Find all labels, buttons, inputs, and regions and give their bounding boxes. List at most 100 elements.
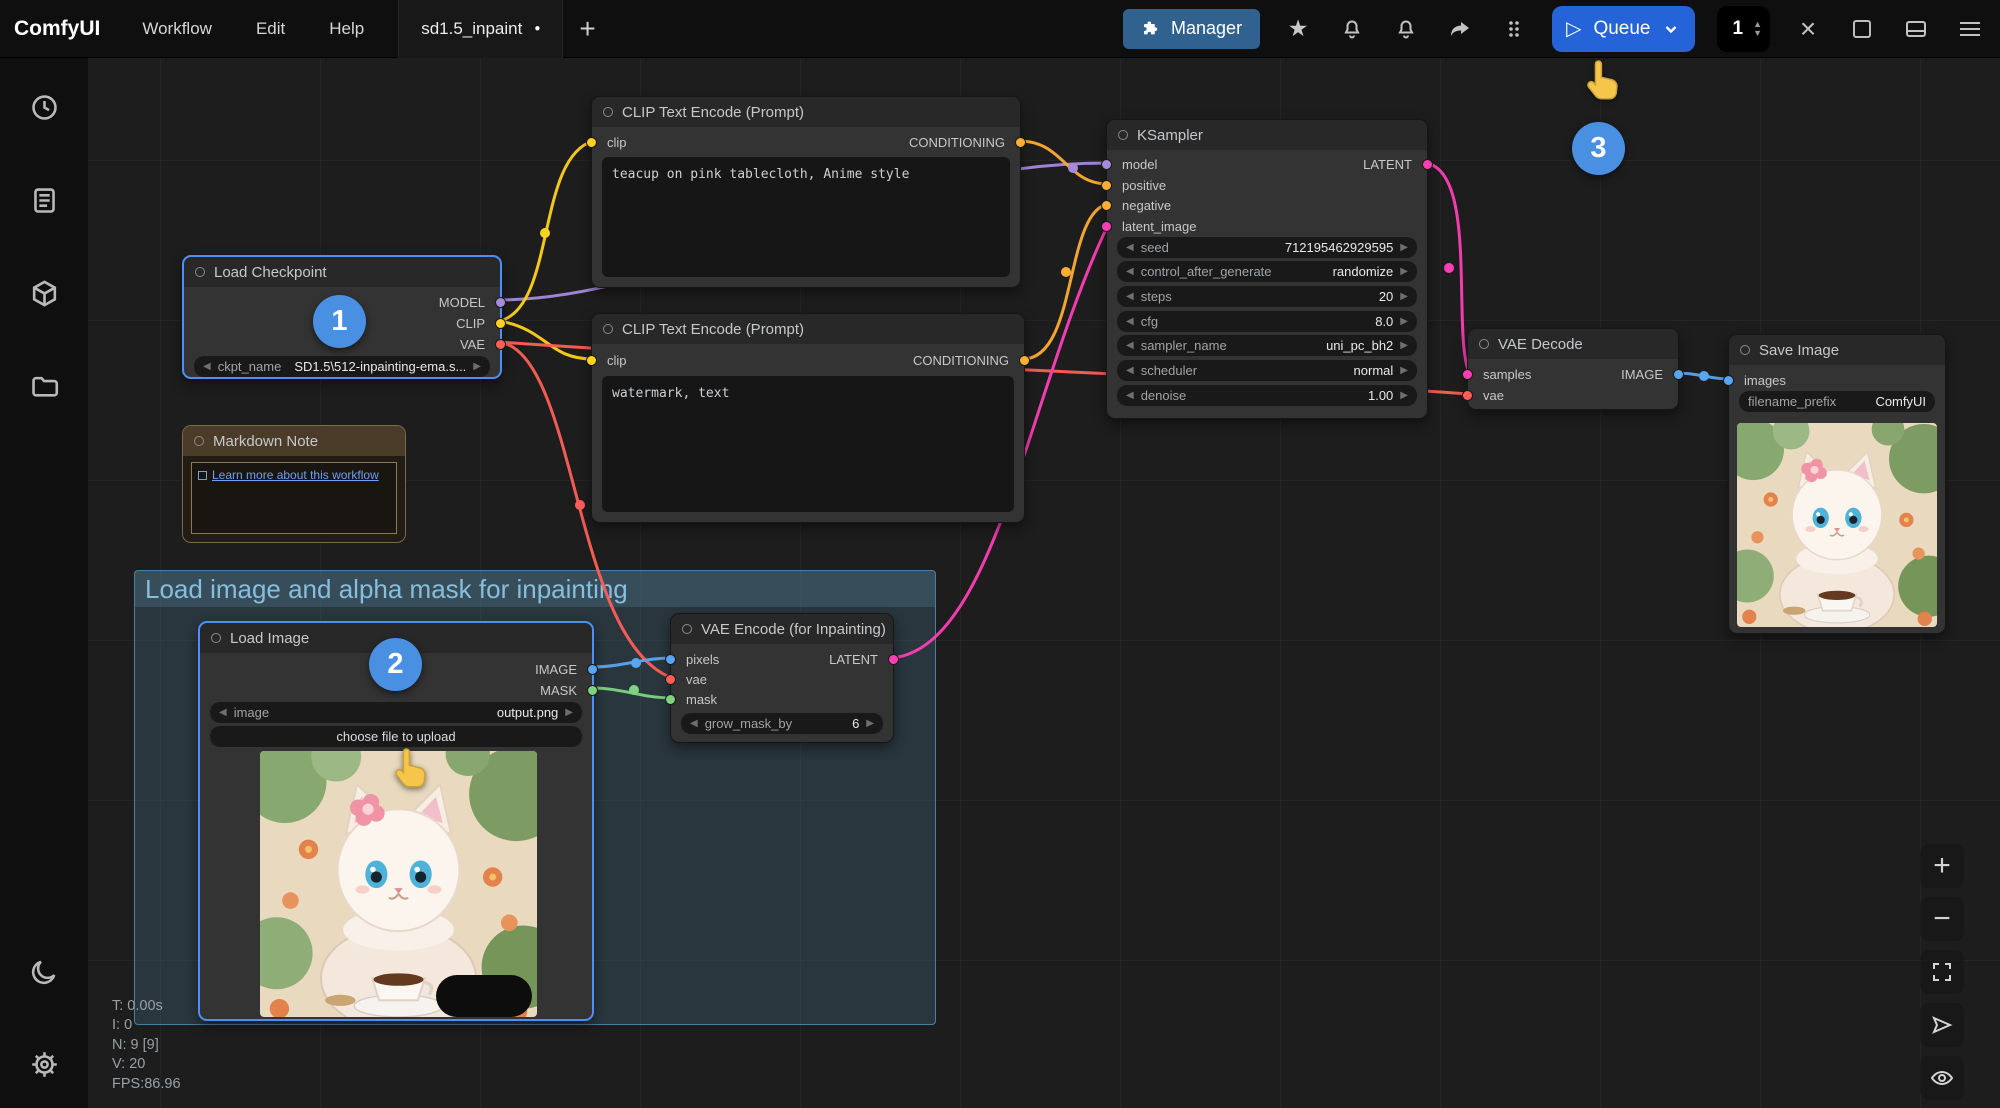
widget-next-icon[interactable]: ▶ xyxy=(866,718,874,729)
image-select-widget[interactable]: ◀ image output.png ▶ xyxy=(210,702,582,723)
favorites-button[interactable]: ★ xyxy=(1282,13,1314,45)
output-image-preview[interactable] xyxy=(1737,423,1937,627)
select-mode-button[interactable] xyxy=(1920,1003,1964,1047)
collapse-dot[interactable] xyxy=(1740,345,1750,355)
port-clip-output[interactable] xyxy=(495,318,506,329)
port-latent-output[interactable] xyxy=(1422,159,1433,170)
widget-prev-icon[interactable]: ◀ xyxy=(1126,365,1134,376)
cfg-widget[interactable]: ◀cfg8.0▶ xyxy=(1117,311,1417,332)
widget-prev-icon[interactable]: ◀ xyxy=(1126,242,1134,253)
interrupt-button[interactable]: × xyxy=(1792,13,1824,45)
queue-button[interactable]: ▷ Queue xyxy=(1552,6,1694,52)
port-model-output[interactable] xyxy=(495,297,506,308)
notifications-button[interactable] xyxy=(1336,13,1368,45)
node-clip-text-encode-positive[interactable]: CLIP Text Encode (Prompt) clip CONDITION… xyxy=(591,96,1021,288)
node-vae-encode-inpainting[interactable]: VAE Encode (for Inpainting) pixels vae m… xyxy=(670,613,894,743)
prompt-textarea[interactable]: teacup on pink tablecloth, Anime style xyxy=(602,157,1010,277)
node-header[interactable]: VAE Decode xyxy=(1468,329,1678,359)
model-library-button[interactable] xyxy=(22,271,66,315)
workflow-tab[interactable]: sd1.5_inpaint ● xyxy=(398,0,563,58)
manager-button[interactable]: Manager xyxy=(1123,9,1260,49)
node-save-image[interactable]: Save Image images filename_prefix ComfyU… xyxy=(1728,334,1946,634)
node-header[interactable]: CLIP Text Encode (Prompt) xyxy=(592,314,1024,344)
node-ksampler[interactable]: KSampler model positive negative latent_… xyxy=(1106,119,1428,419)
fit-view-button[interactable] xyxy=(1920,950,1964,994)
node-library-button[interactable] xyxy=(22,178,66,222)
widget-prev-icon[interactable]: ◀ xyxy=(1126,266,1134,277)
widget-next-icon[interactable]: ▶ xyxy=(1400,390,1408,401)
workflows-button[interactable] xyxy=(22,364,66,408)
scheduler-widget[interactable]: ◀schedulernormal▶ xyxy=(1117,360,1417,381)
widget-next-icon[interactable]: ▶ xyxy=(1400,316,1408,327)
node-header[interactable]: Save Image xyxy=(1729,335,1945,365)
menu-help[interactable]: Help xyxy=(329,19,364,39)
node-header[interactable]: CLIP Text Encode (Prompt) xyxy=(592,97,1020,127)
port-vae-input[interactable] xyxy=(1462,390,1473,401)
collapse-dot[interactable] xyxy=(1118,130,1128,140)
widget-next-icon[interactable]: ▶ xyxy=(1400,291,1408,302)
queue-history-button[interactable] xyxy=(22,85,66,129)
ckpt-name-widget[interactable]: ◀ ckpt_name SD1.5\512-inpainting-ema.s..… xyxy=(194,356,490,377)
toggle-bottom-panel-button[interactable] xyxy=(1900,13,1932,45)
port-images-input[interactable] xyxy=(1723,375,1734,386)
port-vae-output[interactable] xyxy=(495,339,506,350)
zoom-out-button[interactable]: − xyxy=(1920,897,1964,941)
node-markdown-note[interactable]: Markdown Note Learn more about this work… xyxy=(182,425,406,543)
collapse-dot[interactable] xyxy=(1479,339,1489,349)
workflow-help-link[interactable]: Learn more about this workflow xyxy=(198,468,390,482)
seed-widget[interactable]: ◀seed712195462929595▶ xyxy=(1117,237,1417,258)
collapse-dot[interactable] xyxy=(194,436,204,446)
menu-workflow[interactable]: Workflow xyxy=(142,19,212,39)
widget-prev-icon[interactable]: ◀ xyxy=(1126,291,1134,302)
share-button[interactable] xyxy=(1444,13,1476,45)
node-header[interactable]: KSampler xyxy=(1107,120,1427,150)
sampler-name-widget[interactable]: ◀sampler_nameuni_pc_bh2▶ xyxy=(1117,335,1417,356)
port-mask-output[interactable] xyxy=(587,685,598,696)
widget-next-icon[interactable]: ▶ xyxy=(565,707,573,718)
overflow-menu-button[interactable] xyxy=(1954,13,1986,45)
menu-edit[interactable]: Edit xyxy=(256,19,285,39)
drag-handle[interactable] xyxy=(1498,13,1530,45)
prompt-textarea[interactable]: watermark, text xyxy=(602,376,1014,512)
clear-queue-button[interactable] xyxy=(1846,13,1878,45)
widget-prev-icon[interactable]: ◀ xyxy=(1126,340,1134,351)
port-image-output[interactable] xyxy=(1673,369,1684,380)
toggle-link-visibility-button[interactable] xyxy=(1920,1056,1964,1100)
port-image-output[interactable] xyxy=(587,664,598,675)
widget-prev-icon[interactable]: ◀ xyxy=(690,718,698,729)
port-mask-input[interactable] xyxy=(665,694,676,705)
settings-button[interactable] xyxy=(22,1042,66,1086)
zoom-in-button[interactable]: + xyxy=(1920,844,1964,888)
app-logo[interactable]: ComfyUI xyxy=(14,17,100,41)
widget-next-icon[interactable]: ▶ xyxy=(1400,340,1408,351)
node-header[interactable]: Load Checkpoint xyxy=(184,257,500,287)
theme-toggle-button[interactable] xyxy=(22,949,66,993)
widget-prev-icon[interactable]: ◀ xyxy=(1126,390,1134,401)
widget-prev-icon[interactable]: ◀ xyxy=(1126,316,1134,327)
collapse-dot[interactable] xyxy=(211,633,221,643)
steps-widget[interactable]: ◀steps20▶ xyxy=(1117,286,1417,307)
filename-prefix-widget[interactable]: filename_prefix ComfyUI xyxy=(1739,391,1935,412)
widget-next-icon[interactable]: ▶ xyxy=(1400,365,1408,376)
alerts-button[interactable] xyxy=(1390,13,1422,45)
node-header[interactable]: Markdown Note xyxy=(183,426,405,456)
node-header[interactable]: VAE Encode (for Inpainting) xyxy=(671,614,893,644)
collapse-dot[interactable] xyxy=(195,267,205,277)
batch-steppers[interactable]: ▲ ▼ xyxy=(1753,20,1762,38)
node-vae-decode[interactable]: VAE Decode samples vae IMAGE xyxy=(1467,328,1679,410)
grow-mask-by-widget[interactable]: ◀ grow_mask_by 6 ▶ xyxy=(681,713,883,734)
port-positive-input[interactable] xyxy=(1101,180,1112,191)
widget-prev-icon[interactable]: ◀ xyxy=(203,361,211,372)
widget-next-icon[interactable]: ▶ xyxy=(1400,242,1408,253)
new-workflow-tab-button[interactable]: + xyxy=(579,15,595,43)
denoise-widget[interactable]: ◀denoise1.00▶ xyxy=(1117,385,1417,406)
port-negative-input[interactable] xyxy=(1101,200,1112,211)
control-after-generate-widget[interactable]: ◀control_after_generaterandomize▶ xyxy=(1117,261,1417,282)
collapse-dot[interactable] xyxy=(682,624,692,634)
widget-prev-icon[interactable]: ◀ xyxy=(219,707,227,718)
collapse-dot[interactable] xyxy=(603,324,613,334)
port-conditioning-output[interactable] xyxy=(1019,355,1030,366)
batch-count-stepper[interactable]: 1 ▲ ▼ xyxy=(1717,6,1771,52)
widget-next-icon[interactable]: ▶ xyxy=(473,361,481,372)
port-conditioning-output[interactable] xyxy=(1015,137,1026,148)
